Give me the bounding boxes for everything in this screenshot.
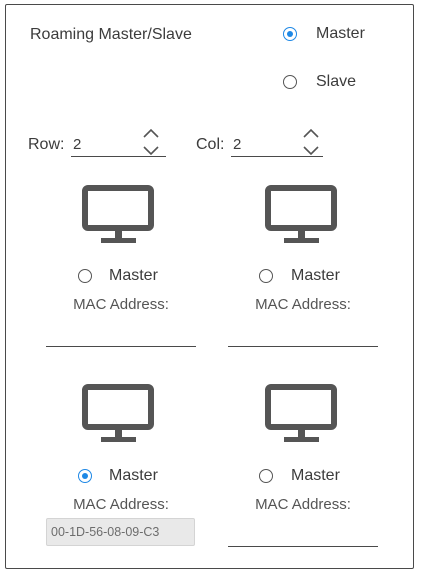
col-label: Col: [196, 136, 225, 153]
display-4-mac-input[interactable] [228, 519, 378, 547]
roaming-master-radio[interactable] [283, 27, 297, 41]
roaming-slave-label[interactable]: Slave [316, 72, 356, 92]
display-1-mac-label: MAC Address: [73, 296, 169, 313]
col-spinner-icon[interactable] [301, 126, 321, 158]
display-3-master-label[interactable]: Master [109, 466, 158, 486]
display-3-mac-input[interactable] [46, 518, 195, 546]
display-1-mac-input[interactable] [46, 319, 196, 347]
display-3-master-radio[interactable] [78, 469, 92, 483]
monitor-icon [265, 185, 337, 243]
display-2-master-radio[interactable] [259, 269, 273, 283]
row-spinner-icon[interactable] [141, 126, 161, 158]
display-1-master-radio[interactable] [78, 269, 92, 283]
display-2-mac-label: MAC Address: [255, 296, 351, 313]
display-1-master-label[interactable]: Master [109, 266, 158, 286]
display-4-master-radio[interactable] [259, 469, 273, 483]
display-2-mac-input[interactable] [228, 319, 378, 347]
display-2-master-label[interactable]: Master [291, 266, 340, 286]
roaming-slave-radio[interactable] [283, 75, 297, 89]
display-4-master-label[interactable]: Master [291, 466, 340, 486]
row-label: Row: [28, 136, 65, 153]
monitor-icon [265, 384, 337, 442]
roaming-settings-panel: Roaming Master/Slave Master Slave Row: C… [5, 4, 414, 569]
display-3-mac-label: MAC Address: [73, 496, 169, 513]
display-4-mac-label: MAC Address: [255, 496, 351, 513]
monitor-icon [82, 384, 154, 442]
roaming-label: Roaming Master/Slave [30, 26, 192, 43]
roaming-master-label[interactable]: Master [316, 24, 365, 44]
monitor-icon [82, 185, 154, 243]
